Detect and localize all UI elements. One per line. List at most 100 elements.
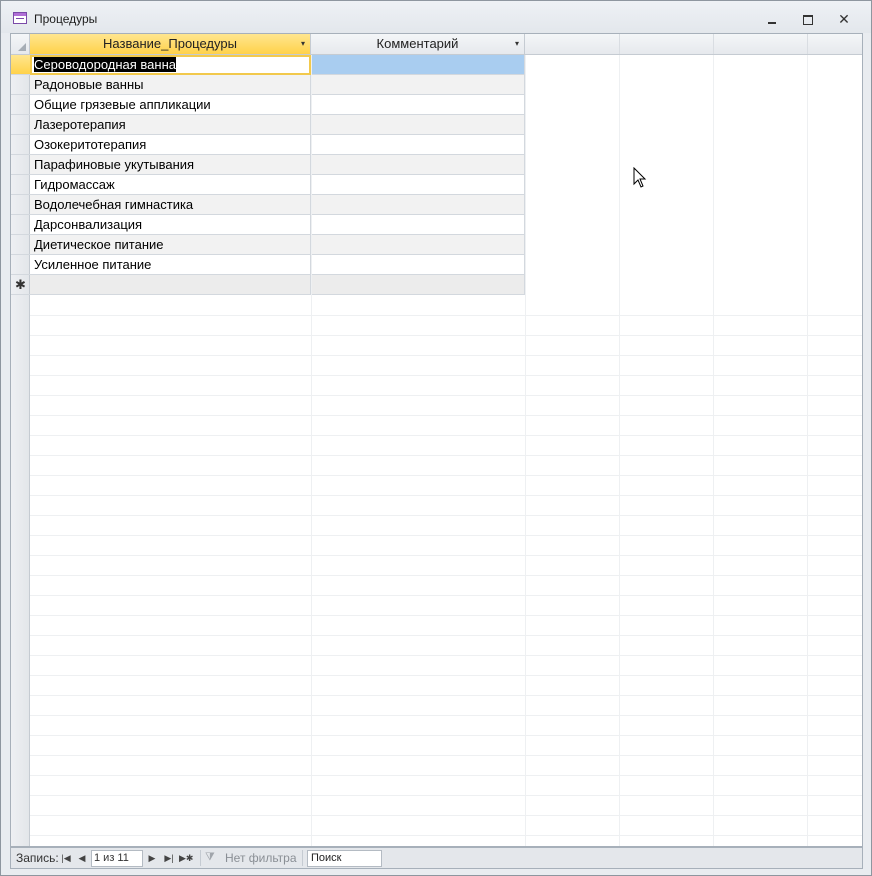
comment-cell[interactable] bbox=[311, 95, 525, 115]
empty-gridline bbox=[30, 575, 862, 576]
empty-gridline bbox=[30, 815, 862, 816]
mouse-cursor-icon bbox=[633, 167, 647, 188]
table-row[interactable]: Гидромассаж bbox=[30, 175, 525, 195]
procedure-name-cell[interactable]: Радоновые ванны bbox=[30, 75, 311, 95]
comment-cell[interactable] bbox=[311, 115, 525, 135]
comment-cell[interactable] bbox=[311, 195, 525, 215]
comment-cell[interactable] bbox=[311, 255, 525, 275]
record-selector[interactable] bbox=[11, 255, 30, 275]
comment-cell[interactable] bbox=[311, 275, 525, 295]
filter-icon: ⧩ bbox=[205, 851, 215, 863]
empty-gridline bbox=[30, 775, 862, 776]
record-selector[interactable] bbox=[11, 95, 30, 115]
new-record-nav-icon[interactable]: ▶✱ bbox=[179, 850, 193, 866]
empty-gridline bbox=[30, 435, 862, 436]
empty-gridline bbox=[807, 55, 808, 846]
current-record-field[interactable]: 1 из 11 bbox=[91, 850, 143, 867]
dropdown-arrow-icon[interactable]: ▾ bbox=[515, 34, 519, 54]
cell-text: Сероводородная ванна bbox=[34, 57, 176, 72]
table-row[interactable]: Диетическое питание bbox=[30, 235, 525, 255]
empty-gridline bbox=[30, 715, 862, 716]
table-row[interactable]: Лазеротерапия bbox=[30, 115, 525, 135]
table-row[interactable]: Общие грязевые аппликации bbox=[30, 95, 525, 115]
procedure-name-cell[interactable] bbox=[30, 275, 311, 295]
table-row[interactable]: Озокеритотерапия bbox=[30, 135, 525, 155]
table-row[interactable]: Усиленное питание bbox=[30, 255, 525, 275]
record-selector[interactable] bbox=[11, 115, 30, 135]
empty-gridline bbox=[30, 535, 862, 536]
record-selector[interactable] bbox=[11, 55, 30, 75]
table-row[interactable]: Водолечебная гимнастика bbox=[30, 195, 525, 215]
comment-cell[interactable] bbox=[311, 215, 525, 235]
comment-cell[interactable] bbox=[311, 75, 525, 95]
procedure-name-cell[interactable]: Сероводородная ванна bbox=[30, 55, 311, 75]
empty-gridline bbox=[30, 375, 862, 376]
empty-gridline bbox=[30, 455, 862, 456]
procedure-name-cell[interactable]: Водолечебная гимнастика bbox=[30, 195, 311, 215]
comment-cell[interactable] bbox=[311, 55, 525, 75]
comment-cell[interactable] bbox=[311, 175, 525, 195]
comment-cell[interactable] bbox=[311, 235, 525, 255]
procedure-name-cell[interactable]: Озокеритотерапия bbox=[30, 135, 311, 155]
last-record-icon[interactable]: ▶| bbox=[162, 850, 176, 866]
filter-status-button[interactable]: Нет фильтра bbox=[225, 851, 297, 865]
record-selector[interactable] bbox=[11, 235, 30, 255]
procedure-name-cell[interactable]: Общие грязевые аппликации bbox=[30, 95, 311, 115]
first-record-icon[interactable]: |◀ bbox=[59, 850, 73, 866]
empty-gridline bbox=[30, 315, 862, 316]
table-row[interactable]: Сероводородная ванна bbox=[30, 55, 525, 75]
empty-gridline bbox=[30, 355, 862, 356]
empty-gridline bbox=[30, 415, 862, 416]
close-button[interactable]: ✕ bbox=[831, 9, 857, 29]
divider bbox=[302, 850, 303, 866]
record-navigation-bar: Запись: |◀ ◀ 1 из 11 ▶ ▶| ▶✱ ⧩ Нет фильт… bbox=[10, 847, 863, 869]
empty-gridline bbox=[30, 515, 862, 516]
empty-gridline bbox=[30, 735, 862, 736]
next-record-icon[interactable]: ▶ bbox=[145, 850, 159, 866]
empty-gridline bbox=[30, 475, 862, 476]
column-header-comment[interactable]: Комментарий ▾ bbox=[311, 34, 525, 54]
empty-gridline bbox=[30, 595, 862, 596]
procedure-name-cell[interactable]: Диетическое питание bbox=[30, 235, 311, 255]
column-header-label: Название_Процедуры bbox=[103, 36, 237, 51]
column-header-label: Комментарий bbox=[376, 36, 459, 51]
new-record-icon[interactable]: ✱ bbox=[11, 275, 30, 295]
record-selector-column: ✱ bbox=[11, 55, 30, 846]
empty-gridline bbox=[30, 555, 862, 556]
dropdown-arrow-icon[interactable]: ▾ bbox=[301, 34, 305, 54]
empty-gridline bbox=[311, 55, 312, 846]
record-selector[interactable] bbox=[11, 155, 30, 175]
table-icon bbox=[13, 12, 27, 24]
previous-record-icon[interactable]: ◀ bbox=[75, 850, 89, 866]
procedure-name-cell[interactable]: Лазеротерапия bbox=[30, 115, 311, 135]
procedure-name-cell[interactable]: Парафиновые укутывания bbox=[30, 155, 311, 175]
empty-gridline bbox=[619, 55, 620, 846]
select-all-button[interactable] bbox=[11, 34, 30, 54]
search-input[interactable]: Поиск bbox=[307, 850, 382, 867]
procedure-name-cell[interactable]: Усиленное питание bbox=[30, 255, 311, 275]
minimize-button[interactable] bbox=[759, 9, 785, 29]
record-selector[interactable] bbox=[11, 195, 30, 215]
record-selector[interactable] bbox=[11, 175, 30, 195]
empty-gridline bbox=[30, 335, 862, 336]
restore-button[interactable] bbox=[795, 9, 821, 29]
comment-cell[interactable] bbox=[311, 135, 525, 155]
title-bar: Процедуры ✕ bbox=[1, 1, 871, 33]
new-record-row[interactable] bbox=[30, 275, 525, 295]
procedure-name-cell[interactable]: Гидромассаж bbox=[30, 175, 311, 195]
table-row[interactable]: Парафиновые укутывания bbox=[30, 155, 525, 175]
empty-gridline bbox=[30, 635, 862, 636]
record-selector[interactable] bbox=[11, 215, 30, 235]
datasheet-grid: Название_Процедуры ▾ Комментарий ▾ ✱ Сер… bbox=[10, 33, 863, 847]
column-header-procedure-name[interactable]: Название_Процедуры ▾ bbox=[30, 34, 311, 54]
window-title: Процедуры bbox=[34, 12, 98, 26]
empty-gridline bbox=[30, 795, 862, 796]
table-row[interactable]: Радоновые ванны bbox=[30, 75, 525, 95]
empty-gridline bbox=[30, 395, 862, 396]
comment-cell[interactable] bbox=[311, 155, 525, 175]
record-selector[interactable] bbox=[11, 135, 30, 155]
record-selector[interactable] bbox=[11, 75, 30, 95]
empty-gridline bbox=[30, 615, 862, 616]
procedure-name-cell[interactable]: Дарсонвализация bbox=[30, 215, 311, 235]
table-row[interactable]: Дарсонвализация bbox=[30, 215, 525, 235]
